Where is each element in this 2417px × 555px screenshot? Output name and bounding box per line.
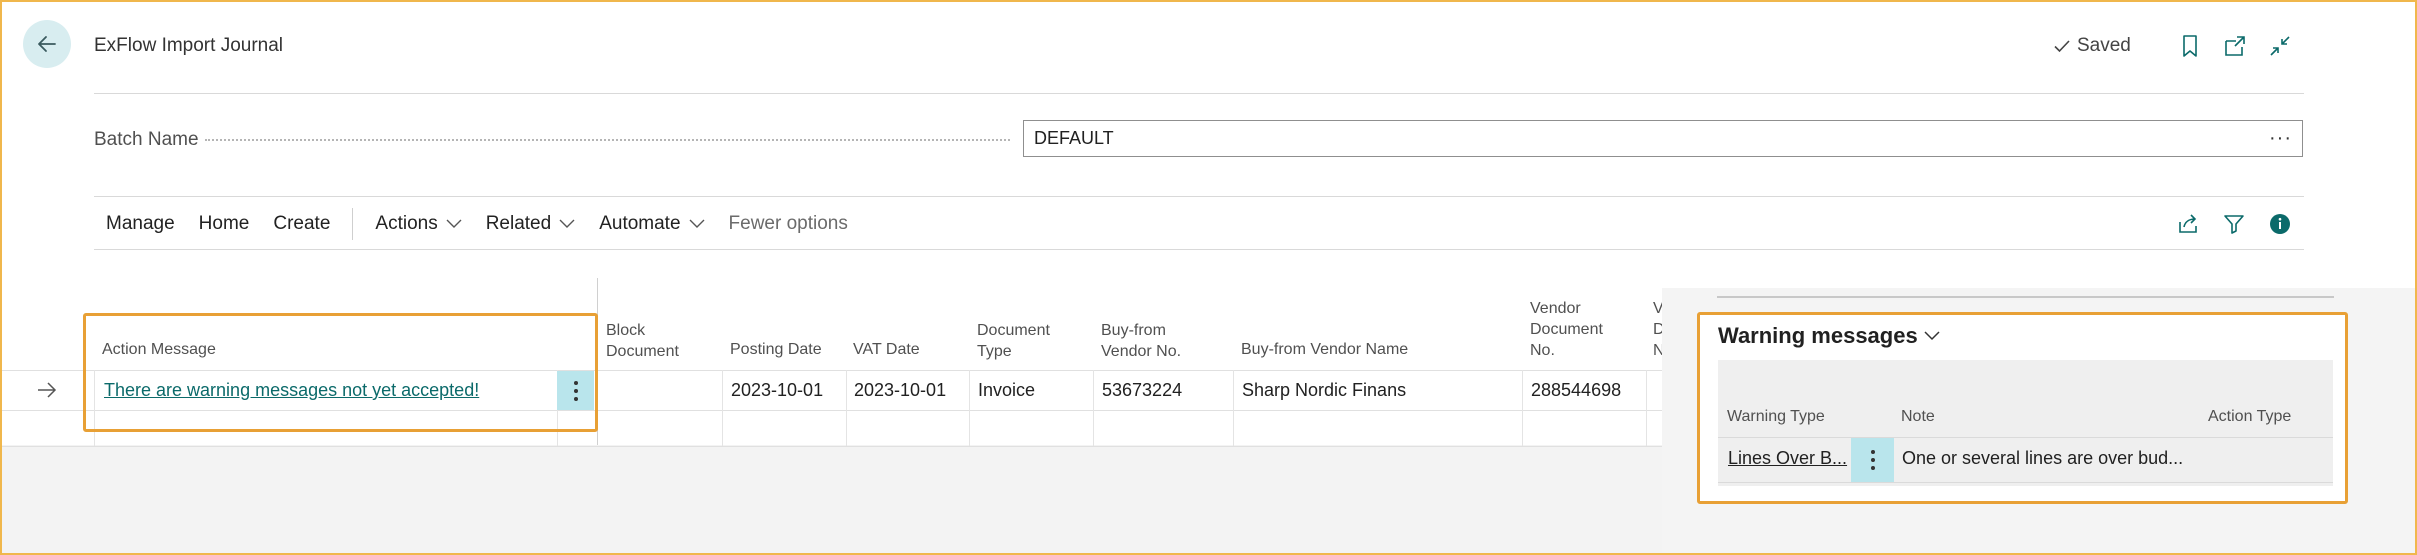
menu-create[interactable]: Create <box>261 213 342 235</box>
document-type-cell[interactable]: Invoice <box>978 380 1035 401</box>
factbox-separator <box>1717 296 2334 298</box>
menu-home[interactable]: Home <box>187 213 262 235</box>
open-new-window-button[interactable] <box>2219 30 2251 62</box>
header-divider <box>94 93 2304 94</box>
header-vat-date[interactable]: VAT Date <box>853 339 920 360</box>
collapse-icon <box>2270 36 2290 56</box>
collapse-button[interactable] <box>2264 30 2296 62</box>
header-document-type[interactable]: Document Type <box>977 320 1050 362</box>
highlight-warning-messages <box>1697 312 2348 504</box>
chevron-down-icon <box>559 219 575 228</box>
chevron-down-icon <box>689 219 705 228</box>
vat-date-cell[interactable]: 2023-10-01 <box>854 380 946 401</box>
action-bar: Manage Home Create Actions Related Autom… <box>94 199 860 249</box>
column-divider <box>1522 370 1523 446</box>
header-vendor-no-line1: Buy-from <box>1101 322 1166 339</box>
header-vendor-doc-no-line1: Vendor <box>1530 300 1581 317</box>
header-block-document-line2: Document <box>606 343 679 360</box>
menu-actions-label: Actions <box>375 213 438 234</box>
factbox-top-spacer <box>1662 268 2417 288</box>
header-next-column[interactable]: V D N <box>1653 298 1662 361</box>
chevron-down-icon <box>446 219 462 228</box>
column-divider <box>1646 370 1647 446</box>
saved-status: Saved <box>2053 35 2131 57</box>
menu-related[interactable]: Related <box>474 213 588 235</box>
arrow-right-icon <box>38 382 57 398</box>
vendor-doc-no-cell[interactable]: 288544698 <box>1531 380 1621 401</box>
header-next-column-line1: V <box>1653 300 1662 317</box>
header-vendor-no-line2: Vendor No. <box>1101 343 1182 360</box>
menu-manage[interactable]: Manage <box>94 213 187 235</box>
row-divider <box>0 446 1662 447</box>
header-next-column-line3: N <box>1653 342 1662 359</box>
batch-name-label: Batch Name <box>94 129 199 150</box>
header-document-type-line2: Type <box>977 343 1012 360</box>
share-icon <box>2179 214 2197 233</box>
header-vendor-doc-no[interactable]: Vendor Document No. <box>1530 298 1603 361</box>
lookup-ellipsis-icon[interactable]: ··· <box>2269 127 2292 150</box>
vendor-name-cell[interactable]: Sharp Nordic Finans <box>1242 380 1406 401</box>
vendor-no-cell[interactable]: 53673224 <box>1102 380 1182 401</box>
header-vendor-name[interactable]: Buy-from Vendor Name <box>1241 339 1408 360</box>
header-posting-date[interactable]: Posting Date <box>730 339 822 360</box>
menu-actions[interactable]: Actions <box>363 213 473 235</box>
menu-separator <box>352 208 354 240</box>
open-in-new-window-icon <box>2225 36 2245 56</box>
saved-label: Saved <box>2077 35 2131 56</box>
column-divider <box>722 370 723 446</box>
menu-related-label: Related <box>485 213 552 234</box>
header-block-document[interactable]: Block Document <box>606 320 679 362</box>
posting-date-cell[interactable]: 2023-10-01 <box>731 380 823 401</box>
menu-automate[interactable]: Automate <box>587 213 716 235</box>
arrow-left-icon <box>38 36 56 52</box>
checkmark-icon <box>2054 40 2070 53</box>
batch-name-field[interactable]: DEFAULT ··· <box>1023 120 2303 157</box>
menu-divider-top <box>94 196 2304 197</box>
menu-automate-label: Automate <box>599 213 681 234</box>
header-block-document-line1: Block <box>606 322 646 339</box>
fewer-options-button[interactable]: Fewer options <box>717 213 860 235</box>
column-divider <box>1233 370 1234 446</box>
bookmark-icon <box>2183 35 2197 57</box>
action-bar-right-icons <box>2172 208 2296 240</box>
header-document-type-line1: Document <box>977 322 1050 339</box>
batch-name-value: DEFAULT <box>1034 128 1114 148</box>
bookmark-button[interactable] <box>2174 30 2206 62</box>
page-title: ExFlow Import Journal <box>94 35 284 56</box>
column-divider <box>969 370 970 446</box>
filter-button[interactable] <box>2218 208 2250 240</box>
menu-divider-bottom <box>94 249 2304 250</box>
highlight-action-message <box>83 313 598 432</box>
field-leader-dots <box>205 139 1010 141</box>
info-button[interactable] <box>2264 208 2296 240</box>
header-vendor-doc-no-line3: No. <box>1530 342 1555 359</box>
header-next-column-line2: D <box>1653 321 1662 338</box>
share-button[interactable] <box>2172 208 2204 240</box>
column-divider <box>846 370 847 446</box>
filter-icon <box>2224 215 2244 234</box>
header-vendor-no[interactable]: Buy-from Vendor No. <box>1101 320 1181 362</box>
header-vendor-doc-no-line2: Document <box>1530 321 1603 338</box>
info-icon <box>2270 214 2290 234</box>
back-button[interactable] <box>23 20 71 68</box>
row-indicator[interactable] <box>36 380 58 405</box>
column-divider <box>1093 370 1094 446</box>
grid-empty-area <box>0 445 1662 555</box>
